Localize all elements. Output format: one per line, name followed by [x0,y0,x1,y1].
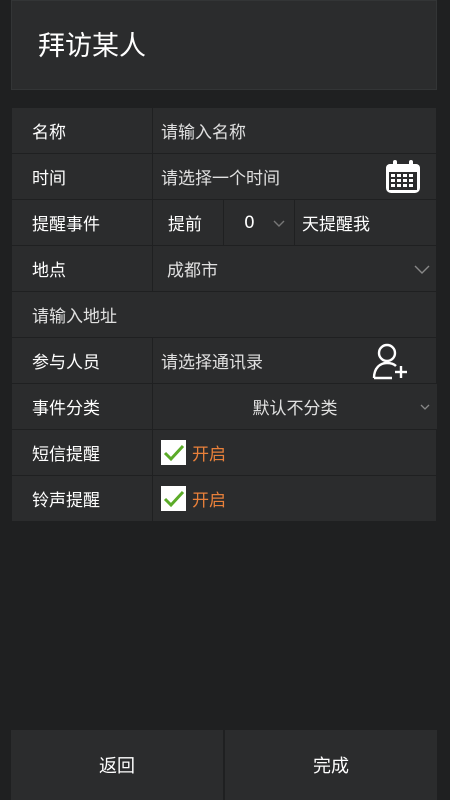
location-label: 地点 [12,246,152,291]
chevron-down-icon [420,404,430,410]
row-time: 时间 请选择一个时间 [12,154,436,200]
bottom-actions: 返回 完成 [11,730,437,800]
row-name: 名称 请输入名称 [12,108,436,154]
back-button[interactable]: 返回 [11,730,223,800]
city-value: 成都市 [167,261,218,281]
reminder-prefix: 提前 [153,200,223,245]
visit-form: 名称 请输入名称 时间 请选择一个时间 提醒事件 提前 0 天提醒我 地点 成都… [12,108,437,522]
category-value: 默认不分类 [252,399,338,419]
sms-status: 开启 [192,445,226,465]
add-contact-icon[interactable] [372,342,410,380]
checkmark-icon [163,490,184,507]
city-select[interactable]: 成都市 [153,246,436,291]
done-button[interactable]: 完成 [225,730,437,800]
time-picker[interactable]: 请选择一个时间 [153,154,436,199]
row-sms: 短信提醒 开启 [12,430,436,476]
sms-toggle[interactable]: 开启 [153,430,436,475]
row-reminder: 提醒事件 提前 0 天提醒我 [12,200,436,246]
address-input[interactable]: 请输入地址 [12,292,436,337]
reminder-label: 提醒事件 [12,200,152,245]
ringtone-checkbox[interactable] [161,486,186,511]
contacts-picker[interactable]: 请选择通讯录 [153,338,436,383]
row-ringtone: 铃声提醒 开启 [12,476,436,522]
time-placeholder: 请选择一个时间 [161,169,280,189]
screen: 拜访某人 名称 请输入名称 时间 请选择一个时间 提醒事件 提前 0 天提醒我 … [0,0,450,800]
reminder-suffix: 天提醒我 [295,200,436,245]
sms-label: 短信提醒 [12,430,152,475]
title-bar: 拜访某人 [11,0,437,90]
ringtone-label: 铃声提醒 [12,476,152,521]
checkmark-icon [163,444,184,461]
reminder-days-value: 0 [244,212,255,233]
contacts-placeholder: 请选择通讯录 [161,353,263,373]
reminder-days-select[interactable]: 0 [224,200,294,245]
row-category: 事件分类 默认不分类 [12,384,437,430]
chevron-down-icon [273,220,285,227]
participants-label: 参与人员 [12,338,152,383]
row-address: 请输入地址 [12,292,436,338]
time-label: 时间 [12,154,152,199]
calendar-icon[interactable] [384,159,422,195]
ringtone-toggle[interactable]: 开启 [153,476,436,521]
category-label: 事件分类 [12,384,152,429]
chevron-down-icon [414,265,430,274]
row-location: 地点 成都市 [12,246,436,292]
row-participants: 参与人员 请选择通讯录 [12,338,436,384]
name-input[interactable]: 请输入名称 [153,108,436,153]
sms-checkbox[interactable] [161,440,186,465]
page-title: 拜访某人 [38,31,146,62]
category-select[interactable]: 默认不分类 [153,384,437,429]
ringtone-status: 开启 [192,491,226,511]
name-label: 名称 [12,108,152,153]
